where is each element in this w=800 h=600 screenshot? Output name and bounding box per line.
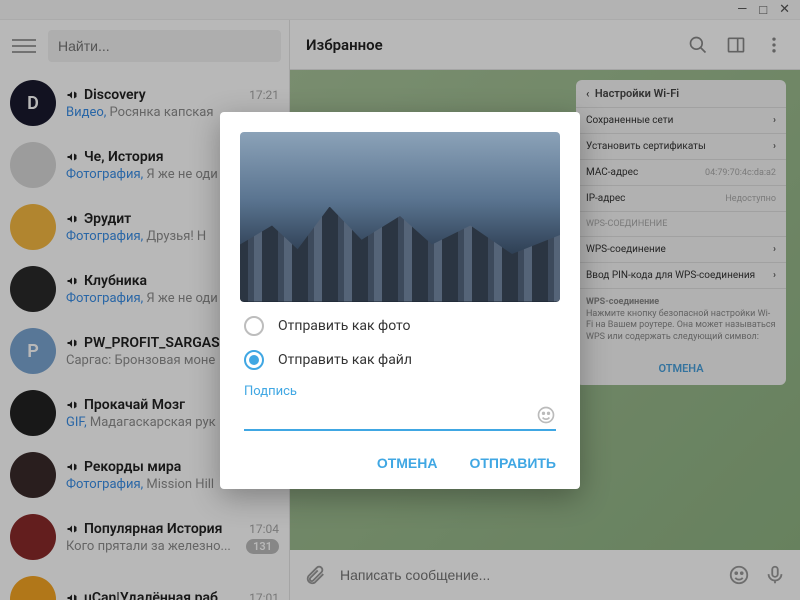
attachment-preview — [240, 132, 560, 302]
caption-label: Подпись — [244, 384, 556, 399]
modal-overlay[interactable]: Отправить как фото Отправить как файл По… — [0, 0, 800, 600]
send-file-modal: Отправить как фото Отправить как файл По… — [220, 112, 580, 489]
send-as-photo-option[interactable]: Отправить как фото — [244, 316, 556, 336]
caption-input[interactable] — [244, 407, 536, 423]
send-as-file-option[interactable]: Отправить как файл — [244, 350, 556, 370]
send-button[interactable]: ОТПРАВИТЬ — [465, 449, 560, 477]
cancel-button[interactable]: ОТМЕНА — [373, 449, 442, 477]
emoji-icon[interactable] — [536, 405, 556, 425]
